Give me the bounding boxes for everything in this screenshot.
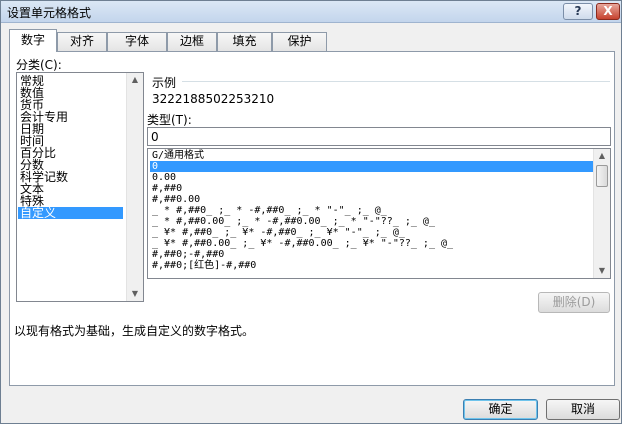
- scroll-down-arrow-icon[interactable]: ▼: [594, 264, 610, 278]
- cancel-button[interactable]: 取消: [546, 399, 620, 420]
- type-label: 类型(T):: [147, 113, 192, 127]
- format-item-selected[interactable]: 0: [150, 161, 597, 172]
- format-scrollbar[interactable]: ▲ ▼: [593, 149, 610, 278]
- help-button[interactable]: ?: [563, 3, 593, 20]
- sample-group-line: [182, 81, 610, 82]
- category-scrollbar[interactable]: ▲ ▼: [126, 73, 143, 301]
- format-description: 以现有格式为基础，生成自定义的数字格式。: [14, 324, 255, 338]
- format-cells-dialog: 设置单元格格式 ? X 数字 对齐 字体 边框 填充 保护 分类(C): 常规 …: [0, 0, 622, 424]
- category-item-custom[interactable]: 自定义: [18, 207, 123, 219]
- tab-number[interactable]: 数字: [9, 29, 57, 52]
- number-panel: 分类(C): 常规 数值 货币 会计专用 日期 时间 百分比 分数 科学记数 文…: [9, 51, 615, 386]
- format-item[interactable]: #,##0;[红色]-#,##0: [150, 260, 597, 271]
- tab-border[interactable]: 边框: [167, 32, 217, 51]
- format-list[interactable]: G/通用格式 0 0.00 #,##0 #,##0.00 _ * #,##0_ …: [147, 148, 611, 279]
- format-item[interactable]: _ ¥* #,##0.00_ ;_ ¥* -#,##0.00_ ;_ ¥* "-…: [150, 238, 597, 249]
- format-item[interactable]: #,##0;-#,##0: [150, 249, 597, 260]
- tab-font[interactable]: 字体: [107, 32, 167, 51]
- format-item[interactable]: _ ¥* #,##0_ ;_ ¥* -#,##0_ ;_ ¥* "-"_ ;_ …: [150, 227, 597, 238]
- format-scroll-thumb[interactable]: [596, 165, 608, 187]
- format-item[interactable]: G/通用格式: [150, 150, 597, 161]
- scroll-up-arrow-icon[interactable]: ▲: [127, 73, 143, 87]
- sample-value: 3222188502253210: [152, 92, 275, 106]
- format-item[interactable]: 0.00: [150, 172, 597, 183]
- category-label: 分类(C):: [16, 58, 62, 72]
- type-input[interactable]: [147, 127, 611, 146]
- sample-label: 示例: [152, 76, 177, 90]
- delete-button[interactable]: 删除(D): [538, 292, 610, 313]
- scroll-up-arrow-icon[interactable]: ▲: [594, 149, 610, 163]
- format-item[interactable]: _ * #,##0.00_ ;_ * -#,##0.00_ ;_ * "-"??…: [150, 216, 597, 227]
- close-button[interactable]: X: [596, 3, 620, 20]
- scroll-down-arrow-icon[interactable]: ▼: [127, 287, 143, 301]
- format-item[interactable]: #,##0.00: [150, 194, 597, 205]
- category-list[interactable]: 常规 数值 货币 会计专用 日期 时间 百分比 分数 科学记数 文本 特殊 自定…: [16, 72, 144, 302]
- tab-fill[interactable]: 填充: [217, 32, 272, 51]
- dialog-title: 设置单元格格式: [7, 6, 92, 20]
- title-bar[interactable]: 设置单元格格式 ? X: [1, 1, 621, 23]
- ok-button[interactable]: 确定: [463, 399, 538, 420]
- tab-protection[interactable]: 保护: [272, 32, 327, 51]
- format-item[interactable]: _ * #,##0_ ;_ * -#,##0_ ;_ * "-"_ ;_ @_: [150, 205, 597, 216]
- tab-alignment[interactable]: 对齐: [57, 32, 107, 51]
- format-item[interactable]: #,##0: [150, 183, 597, 194]
